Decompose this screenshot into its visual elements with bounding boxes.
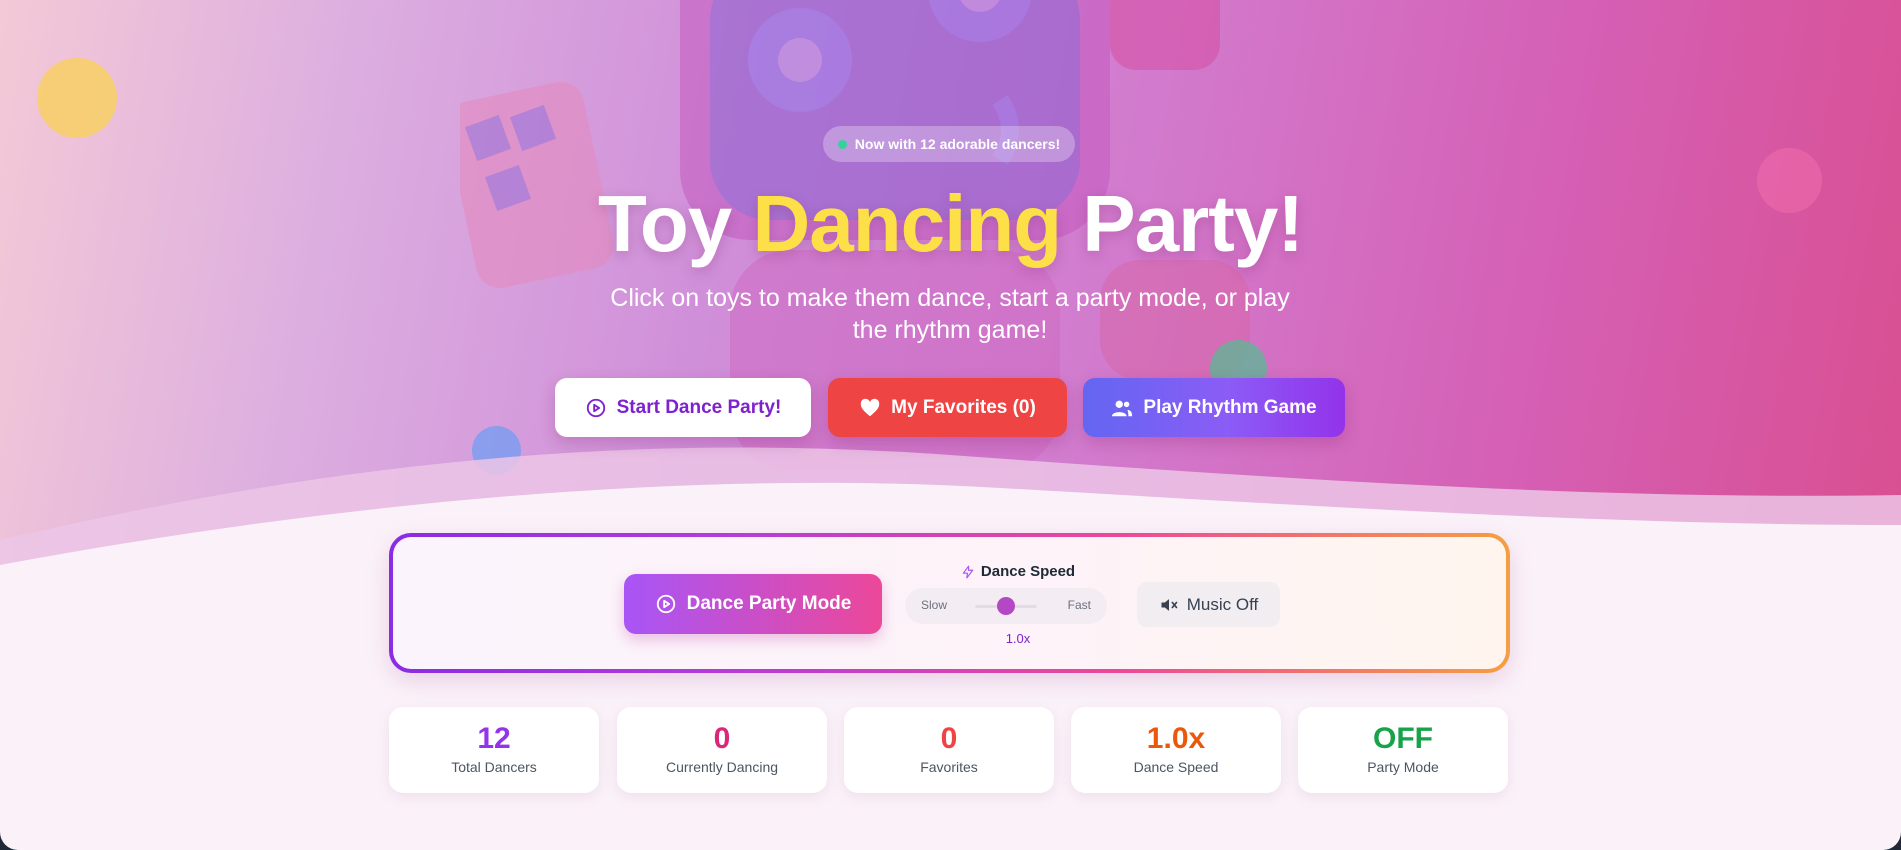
dance-speed-value: 1.0x (1005, 631, 1031, 646)
music-toggle-label: Music Off (1186, 594, 1259, 614)
speaker-muted-icon (1159, 595, 1179, 615)
users-icon (1111, 397, 1133, 419)
play-circle-icon (655, 593, 677, 615)
stat-card-total-dancers: 12 Total Dancers (389, 707, 599, 793)
page-title: Toy Dancing Party! (0, 178, 1901, 270)
hero-subtitle: Click on toys to make them dance, start … (610, 284, 1290, 344)
slider-slow-label: Slow (921, 598, 948, 612)
dance-party-mode-button[interactable]: Dance Party Mode (624, 574, 882, 634)
page: Now with 12 adorable dancers! Toy Dancin… (0, 0, 1901, 850)
stat-card-favorites: 0 Favorites (844, 707, 1054, 793)
stat-value: OFF (1373, 722, 1433, 755)
stat-label: Total Dancers (451, 759, 537, 775)
heart-icon (859, 397, 881, 419)
start-dance-party-button[interactable]: Start Dance Party! (555, 378, 811, 437)
stat-value: 0 (713, 722, 731, 755)
stat-card-dance-speed: 1.0x Dance Speed (1071, 707, 1281, 793)
control-panel: Dance Party Mode Dance Speed Slow Fast 1… (389, 533, 1510, 673)
slider-thumb[interactable] (997, 597, 1015, 615)
start-dance-party-label: Start Dance Party! (616, 396, 782, 418)
title-part2: Party! (1082, 179, 1304, 268)
stat-card-currently-dancing: 0 Currently Dancing (617, 707, 827, 793)
play-rhythm-game-button[interactable]: Play Rhythm Game (1083, 378, 1345, 437)
my-favorites-button[interactable]: My Favorites (0) (828, 378, 1067, 437)
stat-value: 12 (477, 722, 511, 755)
control-panel-inner: Dance Party Mode Dance Speed Slow Fast 1… (393, 537, 1506, 669)
play-circle-icon (585, 397, 607, 419)
announcement-text: Now with 12 adorable dancers! (854, 136, 1061, 152)
status-dot-icon (837, 139, 847, 149)
slider-fast-label: Fast (1067, 598, 1091, 612)
stat-label: Party Mode (1367, 759, 1439, 775)
music-toggle-button[interactable]: Music Off (1137, 582, 1280, 627)
stat-value: 0 (940, 722, 958, 755)
dance-speed-heading: Dance Speed (953, 563, 1083, 580)
lightning-icon (961, 565, 975, 579)
title-highlight: Dancing (752, 179, 1062, 268)
dance-speed-label: Dance Speed (980, 563, 1076, 580)
stat-label: Dance Speed (1133, 759, 1219, 775)
stat-label: Currently Dancing (665, 759, 779, 775)
my-favorites-label: My Favorites (0) (891, 396, 1036, 418)
title-part1: Toy (597, 179, 732, 268)
stat-card-party-mode: OFF Party Mode (1298, 707, 1508, 793)
stat-value: 1.0x (1146, 722, 1206, 755)
dance-speed-slider[interactable]: Slow Fast (905, 588, 1107, 624)
play-rhythm-game-label: Play Rhythm Game (1143, 396, 1317, 418)
dance-party-mode-label: Dance Party Mode (686, 593, 852, 614)
hero-section: Now with 12 adorable dancers! Toy Dancin… (0, 0, 1901, 570)
stat-label: Favorites (920, 759, 978, 775)
announcement-badge: Now with 12 adorable dancers! (823, 126, 1075, 162)
